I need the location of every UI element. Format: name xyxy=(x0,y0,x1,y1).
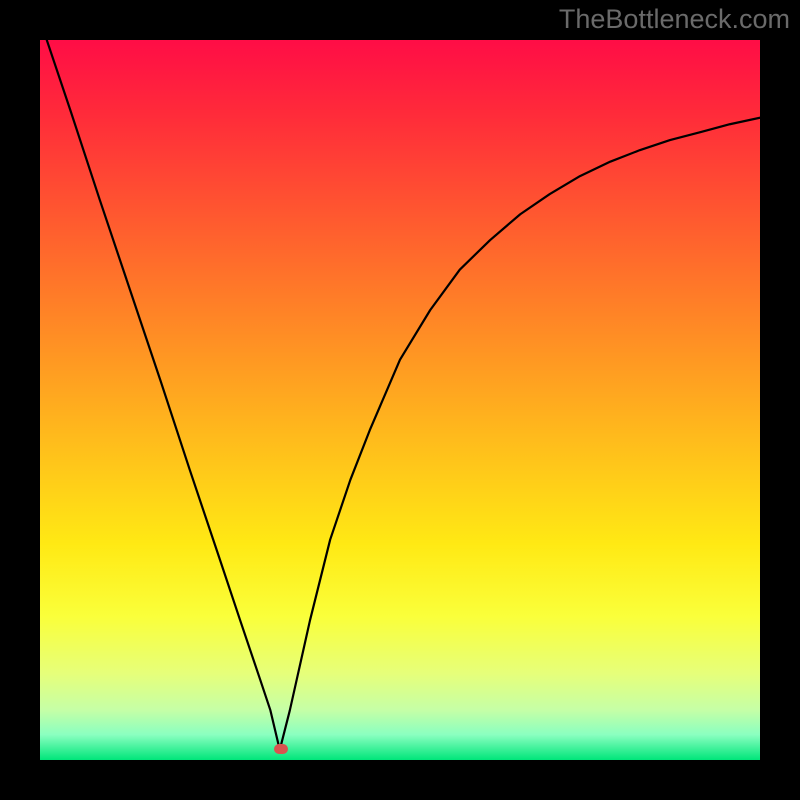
watermark-text: TheBottleneck.com xyxy=(559,4,790,35)
optimum-marker xyxy=(274,744,288,754)
plot-area xyxy=(40,40,760,760)
bottleneck-curve xyxy=(40,40,760,760)
chart-frame: TheBottleneck.com xyxy=(0,0,800,800)
